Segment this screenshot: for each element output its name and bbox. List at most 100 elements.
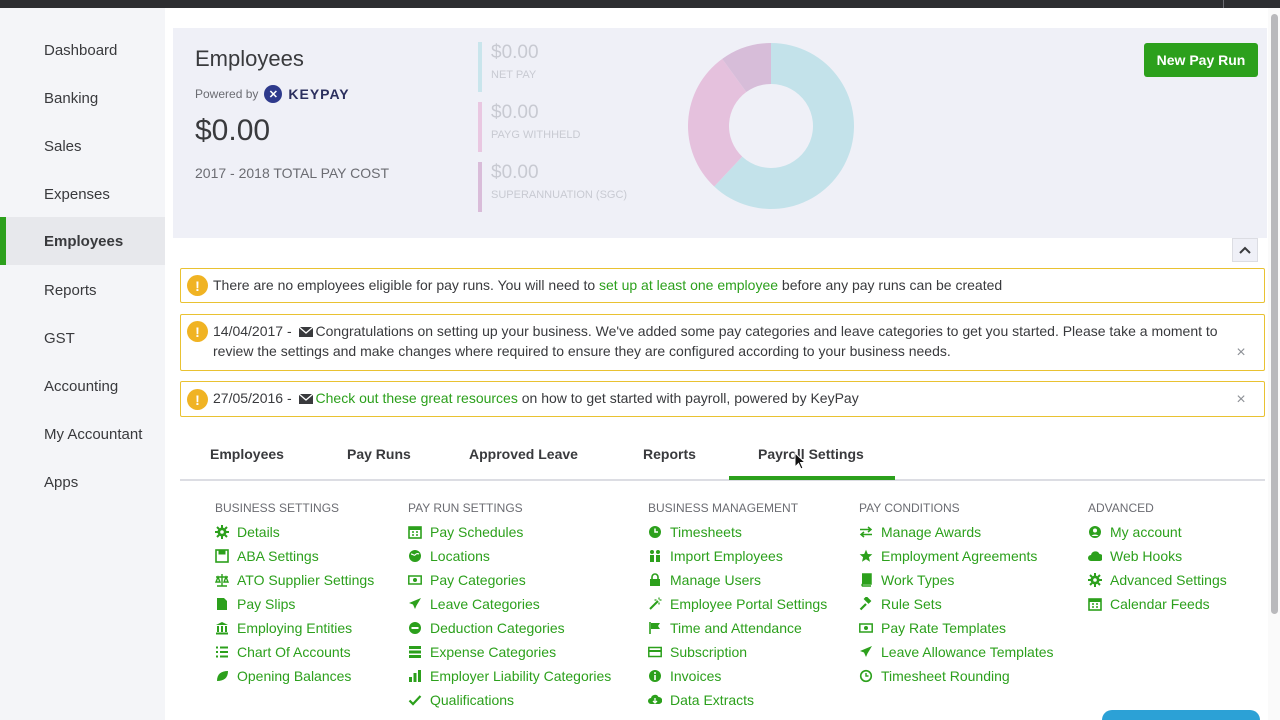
- file-icon: [217, 598, 227, 610]
- settings-link-label: Pay Slips: [237, 596, 296, 612]
- settings-link-qualifications[interactable]: Qualifications: [408, 688, 611, 712]
- powered-by-label: Powered by: [195, 87, 259, 101]
- cloud-download-icon: [648, 694, 662, 704]
- warning-icon: !: [187, 321, 208, 342]
- settings-link-my-account[interactable]: My account: [1088, 520, 1227, 544]
- business-management-column: BUSINESS MANAGEMENT Timesheets Import Emp…: [648, 498, 827, 712]
- alert-text: There are no employees eligible for pay …: [213, 277, 600, 293]
- settings-link-label: Employing Entities: [237, 620, 353, 636]
- sidebar-item-apps[interactable]: Apps: [0, 458, 165, 506]
- settings-link-label: Chart Of Accounts: [237, 644, 351, 660]
- settings-link-employing-entities[interactable]: Employing Entities: [215, 616, 374, 640]
- close-icon[interactable]: ×: [1234, 391, 1248, 408]
- page-title: Employees: [195, 46, 304, 71]
- new-pay-run-button[interactable]: New Pay Run: [1144, 43, 1258, 77]
- calendar-icon: [408, 526, 422, 539]
- settings-link-aba-settings[interactable]: ABA Settings: [215, 544, 374, 568]
- settings-link-expense-categories[interactable]: Expense Categories: [408, 640, 611, 664]
- settings-link-manage-users[interactable]: Manage Users: [648, 568, 827, 592]
- settings-link-manage-awards[interactable]: Manage Awards: [859, 520, 1054, 544]
- settings-link-label: Employee Portal Settings: [670, 596, 828, 612]
- settings-link-calendar-feeds[interactable]: Calendar Feeds: [1088, 592, 1227, 616]
- settings-link-invoices[interactable]: Invoices: [648, 664, 827, 688]
- tab-payroll-settings[interactable]: Payroll Settings: [758, 446, 864, 462]
- setup-employee-link[interactable]: set up at least one employee: [599, 277, 778, 293]
- sidebar-item-my-accountant[interactable]: My Accountant: [0, 410, 165, 458]
- pay-conditions-list: Manage Awards Employment Agreements Work T…: [859, 520, 1054, 688]
- settings-link-web-hooks[interactable]: Web Hooks: [1088, 544, 1227, 568]
- business-settings-list: Details ABA Settings ATO Supplier Settings…: [215, 520, 374, 688]
- settings-link-work-types[interactable]: Work Types: [859, 568, 1054, 592]
- close-icon[interactable]: ×: [1234, 344, 1248, 361]
- settings-link-timesheets[interactable]: Timesheets: [648, 520, 827, 544]
- stat-amount: $0.00: [491, 162, 539, 183]
- resources-link[interactable]: Check out these great resources: [316, 390, 518, 406]
- alert-date: 27/05/2016 -: [213, 390, 292, 406]
- stat-amount: $0.00: [491, 102, 539, 123]
- bar-chart-icon: [409, 670, 421, 682]
- column-heading: BUSINESS SETTINGS: [215, 501, 340, 515]
- sidebar-item-dashboard[interactable]: Dashboard: [0, 26, 165, 74]
- settings-link-label: Expense Categories: [430, 644, 557, 660]
- sidebar-item-sales[interactable]: Sales: [0, 122, 165, 170]
- sidebar-item-reports[interactable]: Reports: [0, 266, 165, 314]
- settings-link-pay-schedules[interactable]: Pay Schedules: [408, 520, 611, 544]
- settings-link-leave-allowance-templates[interactable]: Leave Allowance Templates: [859, 640, 1054, 664]
- settings-link-locations[interactable]: Locations: [408, 544, 611, 568]
- settings-link-leave-categories[interactable]: Leave Categories: [408, 592, 611, 616]
- settings-link-opening-balances[interactable]: Opening Balances: [215, 664, 374, 688]
- settings-link-pay-categories[interactable]: Pay Categories: [408, 568, 611, 592]
- money-icon: [859, 623, 873, 633]
- mouse-cursor-icon: [794, 452, 806, 470]
- settings-link-details[interactable]: Details: [215, 520, 374, 544]
- settings-link-label: Timesheet Rounding: [881, 668, 1010, 684]
- settings-link-pay-rate-templates[interactable]: Pay Rate Templates: [859, 616, 1054, 640]
- scrollbar-thumb[interactable]: [1271, 14, 1278, 614]
- settings-link-chart-of-accounts[interactable]: Chart Of Accounts: [215, 640, 374, 664]
- settings-link-employer-liability-categories[interactable]: Employer Liability Categories: [408, 664, 611, 688]
- settings-link-data-extracts[interactable]: Data Extracts: [648, 688, 827, 712]
- help-widget-button[interactable]: [1102, 710, 1260, 720]
- chevron-up-icon: [1239, 246, 1251, 254]
- sidebar-item-gst[interactable]: GST: [0, 314, 165, 362]
- settings-link-label: Rule Sets: [881, 596, 942, 612]
- settings-link-subscription[interactable]: Subscription: [648, 640, 827, 664]
- alert-welcome: ! 14/04/2017 - Congratulations on settin…: [180, 314, 1265, 371]
- settings-link-import-employees[interactable]: Import Employees: [648, 544, 827, 568]
- column-heading: PAY CONDITIONS: [859, 501, 960, 515]
- settings-link-employment-agreements[interactable]: Employment Agreements: [859, 544, 1054, 568]
- stat-label: PAYG WITHHELD: [491, 129, 581, 141]
- sidebar-item-banking[interactable]: Banking: [0, 74, 165, 122]
- settings-link-rule-sets[interactable]: Rule Sets: [859, 592, 1054, 616]
- settings-link-ato-supplier-settings[interactable]: ATO Supplier Settings: [215, 568, 374, 592]
- tab-reports[interactable]: Reports: [643, 446, 696, 462]
- sidebar-item-employees[interactable]: Employees: [0, 217, 165, 265]
- settings-link-pay-slips[interactable]: Pay Slips: [215, 592, 374, 616]
- alert-text: before any pay runs can be created: [778, 277, 1003, 293]
- business-settings-column: BUSINESS SETTINGS Details ABA Settings ATO…: [215, 498, 374, 688]
- tab-pay-runs[interactable]: Pay Runs: [347, 446, 411, 462]
- scrollbar[interactable]: [1268, 8, 1280, 720]
- wand-icon: [649, 597, 662, 610]
- sidebar-item-accounting[interactable]: Accounting: [0, 362, 165, 410]
- settings-link-advanced-settings[interactable]: Advanced Settings: [1088, 568, 1227, 592]
- settings-link-time-and-attendance[interactable]: Time and Attendance: [648, 616, 827, 640]
- sidebar-item-expenses[interactable]: Expenses: [0, 170, 165, 218]
- settings-link-deduction-categories[interactable]: Deduction Categories: [408, 616, 611, 640]
- cloud-icon: [1088, 551, 1102, 561]
- tab-employees[interactable]: Employees: [210, 446, 284, 462]
- collapse-panel-button[interactable]: [1232, 238, 1258, 262]
- settings-link-label: Locations: [430, 548, 490, 564]
- settings-link-timesheet-rounding[interactable]: Timesheet Rounding: [859, 664, 1054, 688]
- save-icon: [215, 549, 229, 563]
- plane-icon: [409, 598, 421, 609]
- clock-icon: [649, 526, 661, 538]
- tasks-icon: [409, 646, 421, 658]
- gavel-icon: [859, 597, 872, 611]
- tab-approved-leave[interactable]: Approved Leave: [469, 446, 578, 462]
- top-bar-divider: [1223, 0, 1224, 8]
- settings-link-employee-portal-settings[interactable]: Employee Portal Settings: [648, 592, 827, 616]
- settings-link-label: Time and Attendance: [670, 620, 802, 636]
- alert-date: 14/04/2017 -: [213, 323, 292, 339]
- total-pay-cost: $0.00: [195, 114, 271, 147]
